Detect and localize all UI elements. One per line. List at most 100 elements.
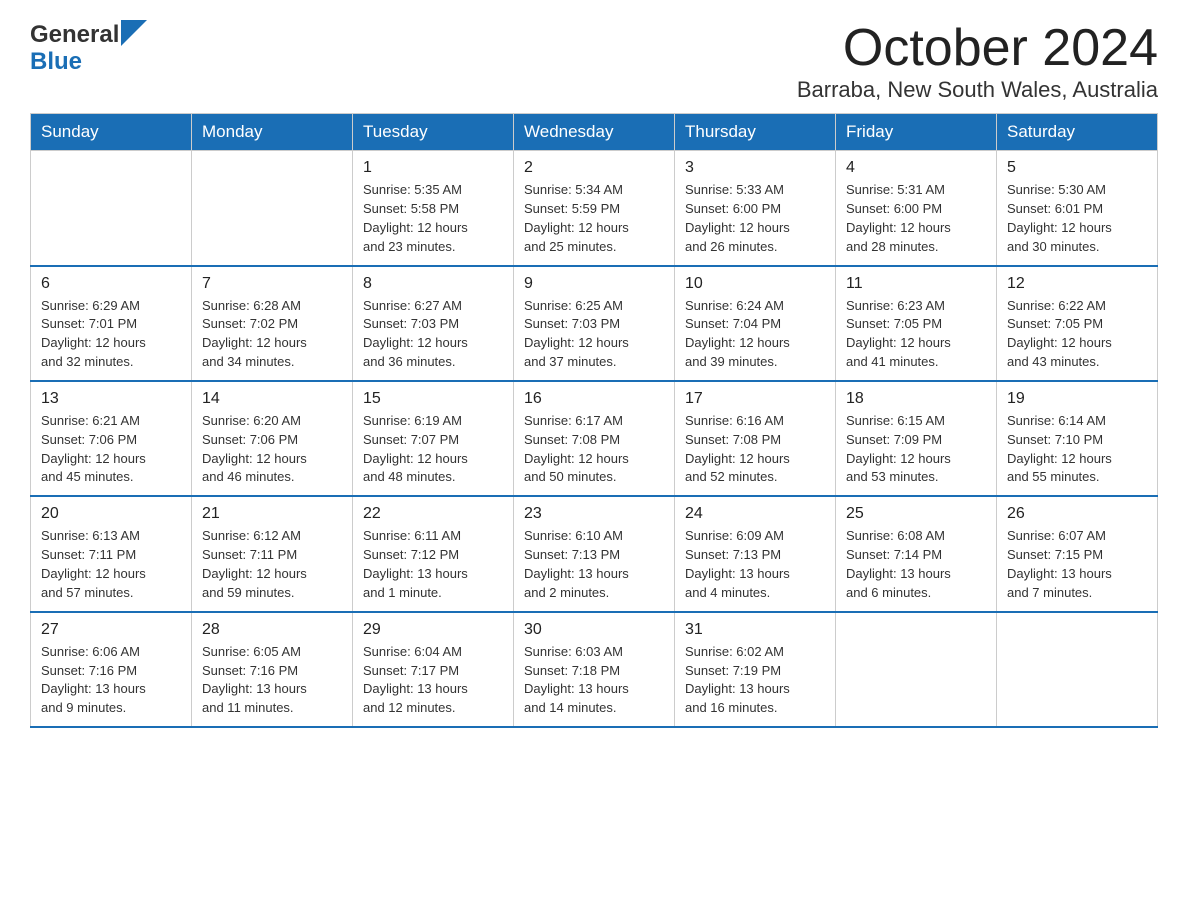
calendar-cell: 28 Sunrise: 6:05 AMSunset: 7:16 PMDayligh… bbox=[192, 612, 353, 727]
logo-triangle-icon bbox=[121, 20, 147, 46]
day-info: Sunrise: 6:17 AMSunset: 7:08 PMDaylight:… bbox=[524, 412, 664, 487]
day-info: Sunrise: 6:05 AMSunset: 7:16 PMDaylight:… bbox=[202, 643, 342, 718]
day-info: Sunrise: 6:10 AMSunset: 7:13 PMDaylight:… bbox=[524, 527, 664, 602]
day-number: 18 bbox=[846, 390, 986, 408]
col-wednesday: Wednesday bbox=[514, 114, 675, 151]
day-info: Sunrise: 6:27 AMSunset: 7:03 PMDaylight:… bbox=[363, 297, 503, 372]
day-number: 27 bbox=[41, 621, 181, 639]
day-number: 4 bbox=[846, 159, 986, 177]
day-info: Sunrise: 6:29 AMSunset: 7:01 PMDaylight:… bbox=[41, 297, 181, 372]
calendar-cell: 21 Sunrise: 6:12 AMSunset: 7:11 PMDayligh… bbox=[192, 496, 353, 611]
day-info: Sunrise: 5:34 AMSunset: 5:59 PMDaylight:… bbox=[524, 181, 664, 256]
calendar-cell: 22 Sunrise: 6:11 AMSunset: 7:12 PMDayligh… bbox=[353, 496, 514, 611]
day-number: 30 bbox=[524, 621, 664, 639]
calendar-cell: 19 Sunrise: 6:14 AMSunset: 7:10 PMDayligh… bbox=[997, 381, 1158, 496]
day-number: 11 bbox=[846, 275, 986, 293]
day-info: Sunrise: 6:09 AMSunset: 7:13 PMDaylight:… bbox=[685, 527, 825, 602]
day-number: 19 bbox=[1007, 390, 1147, 408]
calendar-cell: 27 Sunrise: 6:06 AMSunset: 7:16 PMDayligh… bbox=[31, 612, 192, 727]
day-info: Sunrise: 6:15 AMSunset: 7:09 PMDaylight:… bbox=[846, 412, 986, 487]
day-info: Sunrise: 6:13 AMSunset: 7:11 PMDaylight:… bbox=[41, 527, 181, 602]
day-number: 25 bbox=[846, 505, 986, 523]
day-number: 7 bbox=[202, 275, 342, 293]
day-info: Sunrise: 5:33 AMSunset: 6:00 PMDaylight:… bbox=[685, 181, 825, 256]
calendar-cell: 6 Sunrise: 6:29 AMSunset: 7:01 PMDaylight… bbox=[31, 266, 192, 381]
calendar-week-row: 1Sunrise: 5:35 AMSunset: 5:58 PMDaylight… bbox=[31, 151, 1158, 266]
day-number: 22 bbox=[363, 505, 503, 523]
calendar-cell: 31Sunrise: 6:02 AMSunset: 7:19 PMDayligh… bbox=[675, 612, 836, 727]
day-number: 13 bbox=[41, 390, 181, 408]
day-number: 20 bbox=[41, 505, 181, 523]
day-info: Sunrise: 6:12 AMSunset: 7:11 PMDaylight:… bbox=[202, 527, 342, 602]
day-number: 3 bbox=[685, 159, 825, 177]
calendar-cell: 11 Sunrise: 6:23 AMSunset: 7:05 PMDayligh… bbox=[836, 266, 997, 381]
day-number: 31 bbox=[685, 621, 825, 639]
logo-icon: General Blue bbox=[30, 20, 147, 74]
day-number: 1 bbox=[363, 159, 503, 177]
day-number: 17 bbox=[685, 390, 825, 408]
logo-general-text: General bbox=[30, 23, 119, 47]
col-tuesday: Tuesday bbox=[353, 114, 514, 151]
day-number: 12 bbox=[1007, 275, 1147, 293]
day-number: 21 bbox=[202, 505, 342, 523]
day-info: Sunrise: 5:30 AMSunset: 6:01 PMDaylight:… bbox=[1007, 181, 1147, 256]
day-info: Sunrise: 6:04 AMSunset: 7:17 PMDaylight:… bbox=[363, 643, 503, 718]
calendar-cell: 16 Sunrise: 6:17 AMSunset: 7:08 PMDayligh… bbox=[514, 381, 675, 496]
day-info: Sunrise: 6:07 AMSunset: 7:15 PMDaylight:… bbox=[1007, 527, 1147, 602]
day-info: Sunrise: 6:08 AMSunset: 7:14 PMDaylight:… bbox=[846, 527, 986, 602]
day-number: 28 bbox=[202, 621, 342, 639]
calendar-cell: 9 Sunrise: 6:25 AMSunset: 7:03 PMDaylight… bbox=[514, 266, 675, 381]
calendar-cell: 3 Sunrise: 5:33 AMSunset: 6:00 PMDaylight… bbox=[675, 151, 836, 266]
day-info: Sunrise: 6:19 AMSunset: 7:07 PMDaylight:… bbox=[363, 412, 503, 487]
page-header: General Blue October 2024 Barraba, New S… bbox=[30, 20, 1158, 103]
calendar-cell: 26Sunrise: 6:07 AMSunset: 7:15 PMDayligh… bbox=[997, 496, 1158, 611]
day-info: Sunrise: 6:28 AMSunset: 7:02 PMDaylight:… bbox=[202, 297, 342, 372]
calendar-cell: 8Sunrise: 6:27 AMSunset: 7:03 PMDaylight… bbox=[353, 266, 514, 381]
location-subtitle: Barraba, New South Wales, Australia bbox=[797, 77, 1158, 103]
day-number: 9 bbox=[524, 275, 664, 293]
day-number: 10 bbox=[685, 275, 825, 293]
day-info: Sunrise: 6:11 AMSunset: 7:12 PMDaylight:… bbox=[363, 527, 503, 602]
calendar-cell: 2 Sunrise: 5:34 AMSunset: 5:59 PMDaylight… bbox=[514, 151, 675, 266]
calendar-week-row: 20 Sunrise: 6:13 AMSunset: 7:11 PMDayligh… bbox=[31, 496, 1158, 611]
day-number: 23 bbox=[524, 505, 664, 523]
day-number: 29 bbox=[363, 621, 503, 639]
calendar-week-row: 27 Sunrise: 6:06 AMSunset: 7:16 PMDayligh… bbox=[31, 612, 1158, 727]
logo-blue-text: Blue bbox=[30, 50, 147, 74]
calendar-cell: 5Sunrise: 5:30 AMSunset: 6:01 PMDaylight… bbox=[997, 151, 1158, 266]
calendar-week-row: 13 Sunrise: 6:21 AMSunset: 7:06 PMDayligh… bbox=[31, 381, 1158, 496]
day-number: 14 bbox=[202, 390, 342, 408]
calendar-cell bbox=[997, 612, 1158, 727]
day-number: 6 bbox=[41, 275, 181, 293]
day-info: Sunrise: 6:25 AMSunset: 7:03 PMDaylight:… bbox=[524, 297, 664, 372]
day-number: 16 bbox=[524, 390, 664, 408]
calendar-cell: 17Sunrise: 6:16 AMSunset: 7:08 PMDayligh… bbox=[675, 381, 836, 496]
calendar-cell: 25 Sunrise: 6:08 AMSunset: 7:14 PMDayligh… bbox=[836, 496, 997, 611]
day-info: Sunrise: 6:24 AMSunset: 7:04 PMDaylight:… bbox=[685, 297, 825, 372]
day-number: 15 bbox=[363, 390, 503, 408]
day-info: Sunrise: 6:23 AMSunset: 7:05 PMDaylight:… bbox=[846, 297, 986, 372]
day-info: Sunrise: 6:14 AMSunset: 7:10 PMDaylight:… bbox=[1007, 412, 1147, 487]
col-sunday: Sunday bbox=[31, 114, 192, 151]
day-info: Sunrise: 6:06 AMSunset: 7:16 PMDaylight:… bbox=[41, 643, 181, 718]
calendar-cell: 13 Sunrise: 6:21 AMSunset: 7:06 PMDayligh… bbox=[31, 381, 192, 496]
calendar-cell: 23 Sunrise: 6:10 AMSunset: 7:13 PMDayligh… bbox=[514, 496, 675, 611]
day-info: Sunrise: 6:03 AMSunset: 7:18 PMDaylight:… bbox=[524, 643, 664, 718]
calendar-cell: 14Sunrise: 6:20 AMSunset: 7:06 PMDayligh… bbox=[192, 381, 353, 496]
logo: General Blue bbox=[30, 20, 147, 74]
day-number: 2 bbox=[524, 159, 664, 177]
calendar-header-row: Sunday Monday Tuesday Wednesday Thursday… bbox=[31, 114, 1158, 151]
title-area: October 2024 Barraba, New South Wales, A… bbox=[797, 20, 1158, 103]
col-thursday: Thursday bbox=[675, 114, 836, 151]
day-number: 24 bbox=[685, 505, 825, 523]
calendar-cell: 15 Sunrise: 6:19 AMSunset: 7:07 PMDayligh… bbox=[353, 381, 514, 496]
month-title: October 2024 bbox=[797, 20, 1158, 77]
calendar-cell: 24 Sunrise: 6:09 AMSunset: 7:13 PMDayligh… bbox=[675, 496, 836, 611]
calendar-cell bbox=[836, 612, 997, 727]
calendar-cell: 12Sunrise: 6:22 AMSunset: 7:05 PMDayligh… bbox=[997, 266, 1158, 381]
col-friday: Friday bbox=[836, 114, 997, 151]
calendar-cell: 7 Sunrise: 6:28 AMSunset: 7:02 PMDaylight… bbox=[192, 266, 353, 381]
calendar-cell: 20 Sunrise: 6:13 AMSunset: 7:11 PMDayligh… bbox=[31, 496, 192, 611]
calendar-cell bbox=[192, 151, 353, 266]
day-info: Sunrise: 6:21 AMSunset: 7:06 PMDaylight:… bbox=[41, 412, 181, 487]
